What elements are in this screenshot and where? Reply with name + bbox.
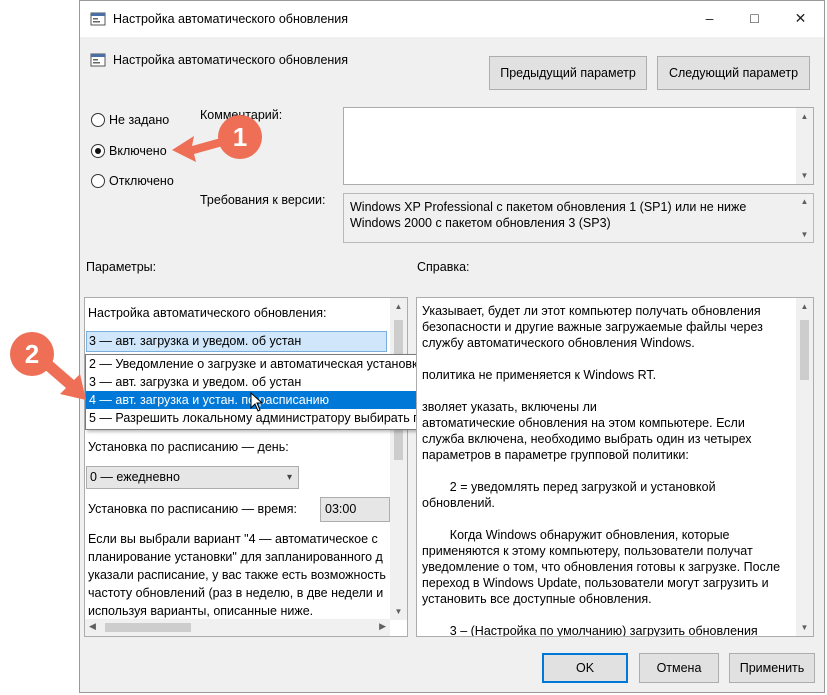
help-line: Когда Windows обнаружит обновления, кото… (422, 528, 730, 542)
help-panel: Указывает, будет ли этот компьютер получ… (416, 297, 814, 637)
config-label: Настройка автоматического обновления: (88, 306, 327, 320)
next-setting-button[interactable]: Следующий параметр (657, 56, 810, 90)
help-line: безопасности и другие важные загружаемые… (422, 320, 763, 334)
requirements-line-2: Windows 2000 с пакетом обновления 3 (SP3… (350, 216, 611, 230)
close-button[interactable]: ✕ (778, 1, 823, 35)
desc-line-1: Если вы выбрали вариант "4 — автоматичес… (88, 532, 378, 546)
day-value: 0 — ежедневно (90, 470, 180, 484)
desc-line-2: планирование установки" для запланирован… (88, 550, 383, 564)
radio-disabled-label: Отключено (109, 174, 174, 188)
help-line: 3 – (Настройка по умолчанию) загрузить о… (422, 624, 758, 637)
help-line: обновлений. (422, 496, 495, 510)
previous-setting-button[interactable]: Предыдущий параметр (489, 56, 647, 90)
scroll-down-icon[interactable]: ▼ (796, 171, 813, 180)
desc-line-3: указали расписание, у вас также есть воз… (88, 568, 386, 582)
scroll-left-icon[interactable]: ◀ (89, 621, 96, 632)
time-label: Установка по расписанию — время: (88, 502, 297, 516)
help-label: Справка: (417, 260, 470, 274)
maximize-button[interactable]: □ (732, 1, 777, 35)
scroll-up-icon[interactable]: ▲ (390, 302, 407, 311)
annotation-badge-1: 1 (218, 115, 262, 159)
time-combobox[interactable]: 03:00 (320, 497, 390, 522)
policy-settings-icon (90, 11, 106, 27)
help-line: автоматические обновления на этом компью… (422, 416, 745, 430)
parameters-hscrollbar[interactable]: ◀ ▶ (85, 619, 390, 636)
help-line: применяются к этому компьютеру, пользова… (422, 544, 753, 558)
help-line: установить все доступные обновления. (422, 592, 652, 606)
config-combobox[interactable]: 3 — авт. загрузка и уведом. об устан (86, 331, 387, 352)
radio-not-configured[interactable] (91, 113, 105, 127)
chevron-down-icon: ▾ (286, 472, 292, 483)
day-label: Установка по расписанию — день: (88, 440, 289, 454)
help-line: переход в Windows Update, пользователи м… (422, 576, 769, 590)
annotation-badge-2: 2 (10, 332, 54, 376)
cancel-button[interactable]: Отмена (639, 653, 719, 683)
policy-icon (90, 52, 106, 68)
parameters-panel: Настройка автоматического обновления: 3 … (84, 297, 408, 637)
scroll-down-icon[interactable]: ▼ (796, 230, 813, 239)
scroll-down-icon[interactable]: ▼ (390, 607, 407, 616)
help-line: уведомление о том, что обновления готовы… (422, 560, 781, 574)
help-line: зволяет указать, включены ли (422, 400, 597, 414)
help-line: служба включена, необходимо выбрать один… (422, 432, 752, 446)
help-line: политика не применяется к Windows RT. (422, 368, 657, 382)
requirements-line-1: Windows XP Professional с пакетом обновл… (350, 200, 747, 214)
ok-button[interactable]: OK (542, 653, 628, 683)
comment-textbox[interactable]: ▲ ▼ (343, 107, 814, 185)
radio-disabled[interactable] (91, 174, 105, 188)
radio-enabled[interactable] (91, 144, 105, 158)
radio-enabled-label: Включено (109, 144, 167, 158)
scroll-down-icon[interactable]: ▼ (796, 623, 813, 632)
help-line: службу автоматического обновления Window… (422, 336, 695, 350)
title-bar: Настройка автоматического обновления – □… (80, 1, 824, 37)
desc-line-4: частоту обновлений (раз в неделю, в две … (88, 586, 384, 600)
help-scrollbar[interactable]: ▲ ▼ (796, 298, 813, 636)
policy-name: Настройка автоматического обновления (113, 53, 349, 67)
scroll-up-icon[interactable]: ▲ (796, 302, 813, 311)
requirements-textbox: Windows XP Professional с пакетом обновл… (343, 193, 814, 243)
apply-button[interactable]: Применить (729, 653, 815, 683)
radio-not-configured-label: Не задано (109, 113, 170, 127)
help-scroll-thumb[interactable] (800, 320, 809, 380)
requirements-scrollbar[interactable]: ▲ ▼ (796, 194, 813, 242)
comment-scrollbar[interactable]: ▲ ▼ (796, 108, 813, 184)
help-line: Указывает, будет ли этот компьютер получ… (422, 304, 761, 318)
mouse-cursor-icon (250, 391, 264, 412)
help-line: параметров в параметре групповой политик… (422, 448, 689, 462)
parameters-label: Параметры: (86, 260, 157, 274)
help-line: 2 = уведомлять перед загрузкой и установ… (422, 480, 716, 494)
requirements-label: Требования к версии: (200, 193, 326, 207)
desc-line-5: используя варианты, описанные ниже. (88, 604, 314, 618)
scroll-up-icon[interactable]: ▲ (796, 197, 813, 206)
minimize-button[interactable]: – (687, 1, 732, 35)
window-title: Настройка автоматического обновления (113, 12, 349, 26)
day-combobox[interactable]: 0 — ежедневно ▾ (86, 466, 299, 489)
scroll-up-icon[interactable]: ▲ (796, 112, 813, 121)
hscroll-thumb[interactable] (105, 623, 191, 632)
parameters-vscrollbar[interactable]: ▲ ▼ (390, 298, 407, 620)
policy-dialog: Настройка автоматического обновления – □… (79, 0, 825, 693)
scroll-right-icon[interactable]: ▶ (379, 621, 386, 632)
